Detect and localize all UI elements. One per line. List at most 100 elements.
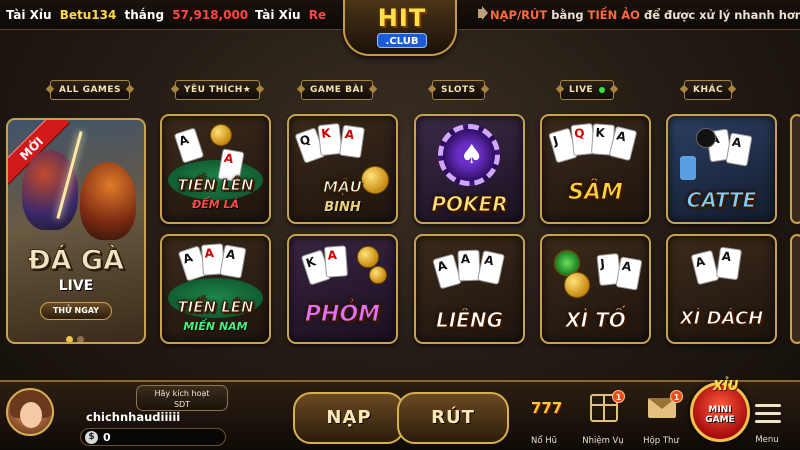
chip-icon xyxy=(210,124,232,146)
tab-label: KHÁC xyxy=(693,85,724,95)
bottom-bar: Hãy kích hoạt SDT chichnhaudiiiii $ 0 NẠ… xyxy=(0,380,800,450)
ticker-game: Tài Xỉu xyxy=(255,8,301,22)
tab-label: LIVE xyxy=(569,85,594,95)
coin-icon xyxy=(357,246,379,268)
game-title: CATTE xyxy=(686,188,757,213)
tab-label: YÊU THÍCH★ xyxy=(184,85,252,95)
game-subtitle: MIỀN NAM xyxy=(183,320,248,333)
notification-badge: 1 xyxy=(612,390,625,403)
featured-da-ga-card[interactable]: MỚI ĐÁ GÀ LIVE THỬ NGAY xyxy=(6,118,146,344)
next-tile-peek xyxy=(790,114,800,224)
card-icon: A xyxy=(323,245,349,278)
rooster-left-icon xyxy=(22,150,78,230)
ticker-amount: 57,918,000 xyxy=(172,8,249,22)
game-title: POKER xyxy=(431,192,508,217)
ticker-user: Re xyxy=(308,8,327,22)
minigame-label: MINI GAME xyxy=(693,405,747,425)
game-tile-tien-len-dem-la[interactable]: A A TIẾN LÊN ĐẾM LÁ xyxy=(160,114,271,224)
game-subtitle: ĐẾM LÁ xyxy=(191,198,240,211)
carousel-dot[interactable] xyxy=(77,336,84,342)
game-tile-xi-dach[interactable]: A A XÌ DÁCH xyxy=(666,234,777,344)
minigame-xiu: XỈU xyxy=(713,379,739,394)
game-title: XÌ TỐ xyxy=(565,308,626,333)
logo-text: HIT xyxy=(377,4,427,32)
tab-favorites[interactable]: YÊU THÍCH★ xyxy=(175,80,261,100)
chip-stack-icon xyxy=(680,156,696,180)
activate-line-1: Hãy kích hoạt xyxy=(154,389,210,398)
ticker-win-1: Tài Xỉu Betu134 thắng 57,918,000 xyxy=(6,8,252,22)
tab-label: SLOTS xyxy=(441,85,476,95)
tab-label: GAME BÀI xyxy=(310,85,364,95)
hamburger-menu-icon[interactable] xyxy=(755,404,781,424)
card-icon: A xyxy=(219,244,247,279)
tab-label: ALL GAMES xyxy=(59,85,122,95)
balance-field: $ 0 xyxy=(80,428,226,446)
card-icon: A xyxy=(725,132,753,167)
minigame-line-1: MINI xyxy=(708,405,732,415)
card-icon: A xyxy=(690,249,720,286)
coin-icon xyxy=(369,266,387,284)
game-title: MẬU xyxy=(323,178,363,197)
game-tile-xi-to[interactable]: J A XÌ TỐ xyxy=(540,234,651,344)
game-tile-catte[interactable]: A A CATTE xyxy=(666,114,777,224)
next-tile-peek xyxy=(790,234,800,344)
game-title: XÌ DÁCH xyxy=(679,308,764,330)
jackpot-777-icon: 777 xyxy=(531,399,563,417)
game-tile-phom[interactable]: K A PHỎM xyxy=(287,234,398,344)
menu-label: Menu xyxy=(755,435,779,445)
card-icon: A xyxy=(173,127,205,164)
game-tile-poker[interactable]: ♠ POKER xyxy=(414,114,525,224)
nav-label: Hộp Thư xyxy=(643,436,679,446)
tab-all-games[interactable]: ALL GAMES xyxy=(50,80,131,100)
nav-jackpot[interactable]: 777 Nổ Hũ xyxy=(519,388,569,450)
withdraw-button[interactable]: RÚT xyxy=(397,392,509,444)
tab-other[interactable]: KHÁC xyxy=(684,80,733,100)
tab-live[interactable]: LIVE xyxy=(560,80,615,100)
nav-label: Nổ Hũ xyxy=(530,436,558,446)
game-title: LIÊNG xyxy=(435,308,503,333)
game-tile-tien-len-mien-nam[interactable]: A A A TIẾN LÊN MIỀN NAM xyxy=(160,234,271,344)
live-indicator-icon xyxy=(599,86,606,93)
avatar[interactable] xyxy=(6,388,54,436)
game-subtitle: BINH xyxy=(324,200,361,215)
game-title: TIẾN LÊN xyxy=(177,298,254,317)
activate-line-2: SDT xyxy=(173,400,191,409)
coin-icon xyxy=(564,272,590,298)
featured-title: ĐÁ GÀ xyxy=(28,245,125,277)
carousel-dot[interactable] xyxy=(66,336,73,342)
activate-phone-button[interactable]: Hãy kích hoạt SDT xyxy=(136,385,228,411)
ticker-verb: thắng xyxy=(124,8,165,22)
logo-club-badge: .CLUB xyxy=(377,33,427,48)
minigame-button[interactable]: XỈU MINI GAME xyxy=(690,379,750,442)
tab-slots[interactable]: SLOTS xyxy=(432,80,485,100)
game-tile-mau-binh[interactable]: Q K A MẬU BINH xyxy=(287,114,398,224)
nav-missions[interactable]: 1 Nhiệm Vụ xyxy=(578,388,628,450)
ticker-win-2: Tài Xỉu Re xyxy=(255,8,337,22)
username: chichnhaudiiiii xyxy=(86,410,181,424)
card-icon: A xyxy=(477,250,505,285)
game-tile-sam[interactable]: J Q K A SÂM xyxy=(540,114,651,224)
notice-part-4: để được xử lý nhanh hơn xyxy=(643,8,800,22)
game-title: TIẾN LÊN xyxy=(177,176,254,195)
bomb-icon xyxy=(696,128,716,148)
spade-icon: ♠ xyxy=(460,140,484,170)
nav-label: Nhiệm Vụ xyxy=(582,436,624,446)
deposit-button[interactable]: NẠP xyxy=(293,392,405,444)
try-now-button[interactable]: THỬ NGAY xyxy=(40,302,112,320)
ticker-game: Tài Xỉu xyxy=(6,8,52,22)
minigame-line-2: GAME xyxy=(705,415,735,425)
currency-icon: $ xyxy=(85,431,98,444)
card-icon: A xyxy=(338,124,366,159)
ticker-user: Betu134 xyxy=(59,8,117,22)
nav-inbox[interactable]: 1 Hộp Thư xyxy=(636,388,686,450)
card-icon: A xyxy=(715,246,743,281)
carousel-dots xyxy=(66,328,88,342)
balance-value: 0 xyxy=(103,431,111,444)
ticker-notice: NẠP/RÚT bằng TIỀN ẢO để được xử lý nhanh… xyxy=(490,8,800,22)
game-tile-lieng[interactable]: A A A LIÊNG xyxy=(414,234,525,344)
game-title: PHỎM xyxy=(304,302,381,328)
game-title: SÂM xyxy=(568,180,624,206)
hitclub-logo: HIT .CLUB xyxy=(343,0,457,56)
card-icon: A xyxy=(615,256,643,291)
tab-card-games[interactable]: GAME BÀI xyxy=(301,80,373,100)
